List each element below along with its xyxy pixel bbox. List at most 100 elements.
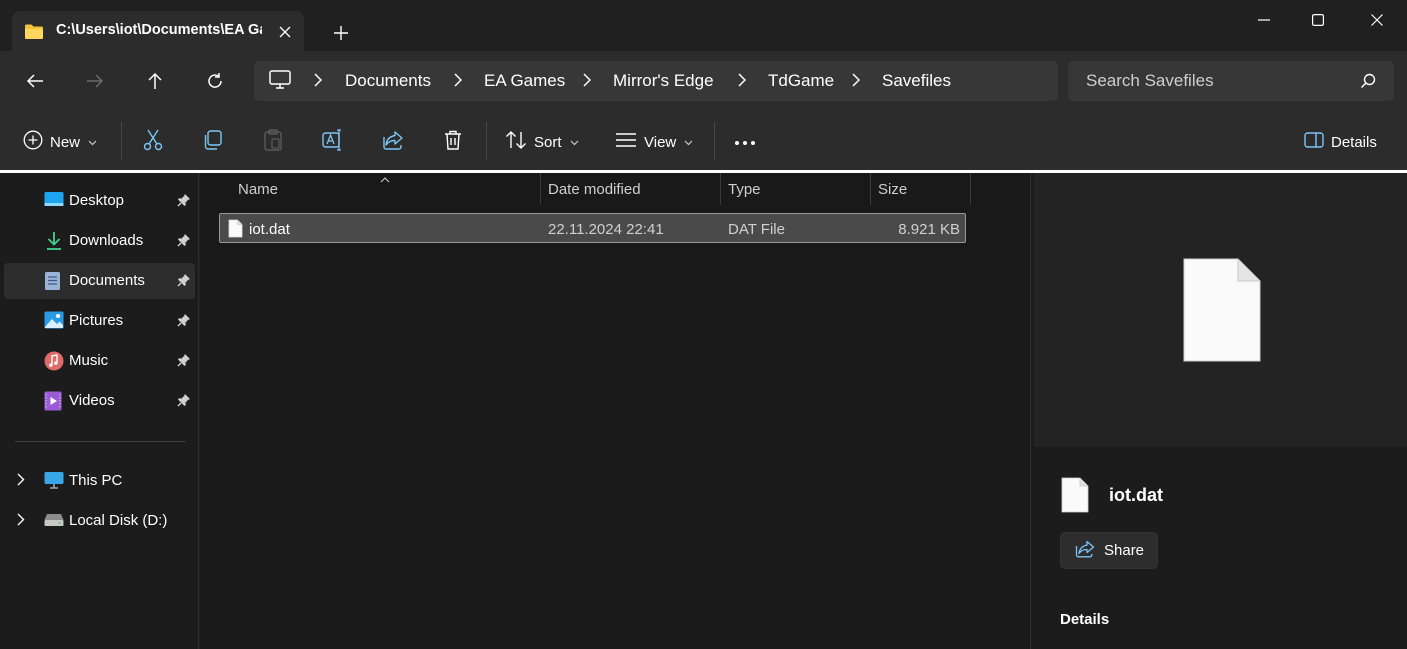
breadcrumb-savefiles[interactable]: Savefiles bbox=[882, 71, 951, 91]
search-box[interactable] bbox=[1068, 61, 1394, 101]
details-file-name: iot.dat bbox=[1109, 485, 1163, 505]
chevron-down-icon bbox=[88, 134, 97, 150]
scissors-icon bbox=[142, 129, 164, 155]
sidebar-item-label: Local Disk (D:) bbox=[69, 512, 168, 529]
monitor-icon[interactable] bbox=[269, 70, 291, 94]
chevron-right-icon[interactable] bbox=[314, 73, 323, 91]
up-button[interactable] bbox=[138, 65, 172, 97]
downloads-icon bbox=[44, 231, 64, 255]
add-circle-icon bbox=[23, 130, 43, 154]
details-label: Details bbox=[1331, 133, 1377, 151]
sidebar-item-local-disk-d[interactable]: Local Disk (D:) bbox=[4, 503, 195, 539]
file-date-modified: 22.11.2024 22:41 bbox=[548, 221, 664, 238]
trash-icon bbox=[442, 129, 464, 155]
share-icon bbox=[382, 129, 404, 155]
pin-icon[interactable] bbox=[177, 313, 191, 331]
sidebar-item-label: This PC bbox=[69, 472, 123, 489]
new-tab-button[interactable] bbox=[328, 20, 354, 46]
chevron-right-icon[interactable] bbox=[852, 73, 861, 91]
pin-icon[interactable] bbox=[177, 193, 191, 211]
pin-icon[interactable] bbox=[177, 233, 191, 251]
chevron-right-icon[interactable] bbox=[17, 513, 25, 530]
table-row[interactable]: iot.dat 22.11.2024 22:41 DAT File 8.921 … bbox=[219, 213, 966, 243]
address-bar[interactable]: Documents EA Games Mirror's Edge TdGame … bbox=[254, 61, 1058, 101]
paste-button[interactable] bbox=[262, 124, 284, 160]
sidebar-item-this-pc[interactable]: This PC bbox=[4, 463, 195, 499]
minimize-icon[interactable] bbox=[1237, 0, 1291, 40]
pin-icon[interactable] bbox=[177, 273, 191, 291]
breadcrumb-tdgame[interactable]: TdGame bbox=[768, 71, 834, 91]
column-header-size[interactable]: Size bbox=[870, 173, 971, 205]
view-button[interactable]: View bbox=[615, 124, 693, 160]
rename-button[interactable] bbox=[322, 124, 344, 160]
toolbar-divider bbox=[486, 122, 487, 160]
new-button[interactable]: New bbox=[23, 124, 97, 160]
sidebar-item-label: Downloads bbox=[69, 232, 144, 249]
sidebar-item-documents[interactable]: Documents bbox=[4, 263, 195, 299]
chevron-right-icon[interactable] bbox=[17, 473, 25, 490]
share-button[interactable] bbox=[382, 124, 404, 160]
file-size: 8.921 KB bbox=[898, 221, 960, 238]
sidebar-item-label: Documents bbox=[69, 272, 145, 289]
file-icon bbox=[228, 219, 243, 242]
sidebar-divider bbox=[15, 441, 186, 442]
search-input[interactable] bbox=[1086, 71, 1346, 91]
desktop-icon bbox=[44, 191, 64, 213]
breadcrumb-mirrors-edge[interactable]: Mirror's Edge bbox=[613, 71, 714, 91]
file-list: Name Date modified Type Size iot.dat 22.… bbox=[200, 173, 1030, 649]
sidebar-item-label: Music bbox=[69, 352, 109, 369]
chevron-right-icon[interactable] bbox=[454, 73, 463, 91]
chevron-down-icon bbox=[570, 134, 579, 150]
breadcrumb-ea-games[interactable]: EA Games bbox=[484, 71, 565, 91]
chevron-right-icon[interactable] bbox=[583, 73, 592, 91]
share-label: Share bbox=[1104, 542, 1145, 559]
sidebar-item-desktop[interactable]: Desktop bbox=[4, 183, 195, 219]
clipboard-icon bbox=[262, 129, 284, 155]
active-tab[interactable]: C:\Users\iot\Documents\EA Games\Mirror's… bbox=[12, 11, 304, 51]
cut-button[interactable] bbox=[142, 124, 164, 160]
search-icon[interactable] bbox=[1360, 73, 1376, 93]
sort-button[interactable]: Sort bbox=[505, 124, 579, 160]
command-bar: New Sort View Details bbox=[0, 112, 1407, 170]
maximize-icon[interactable] bbox=[1291, 0, 1345, 40]
sort-label: Sort bbox=[534, 133, 562, 151]
delete-button[interactable] bbox=[442, 124, 464, 160]
chevron-down-icon bbox=[684, 134, 693, 150]
sidebar-item-videos[interactable]: Videos bbox=[4, 383, 195, 419]
close-icon[interactable] bbox=[1350, 0, 1404, 40]
pin-icon[interactable] bbox=[177, 393, 191, 411]
refresh-button[interactable] bbox=[198, 65, 232, 97]
sidebar-item-pictures[interactable]: Pictures bbox=[4, 303, 195, 339]
share-icon bbox=[1075, 540, 1095, 562]
sidebar-item-label: Pictures bbox=[69, 312, 124, 329]
chevron-right-icon[interactable] bbox=[738, 73, 747, 91]
details-share-button[interactable]: Share bbox=[1060, 532, 1158, 569]
back-button[interactable] bbox=[18, 65, 52, 97]
file-name: iot.dat bbox=[249, 221, 290, 238]
details-pane-icon bbox=[1304, 132, 1324, 152]
sidebar-item-downloads[interactable]: Downloads bbox=[4, 223, 195, 259]
file-preview bbox=[1034, 173, 1407, 447]
rename-icon bbox=[322, 129, 344, 155]
navigation-pane: Desktop Downloads Documents Pictures Mus… bbox=[0, 173, 199, 649]
pin-icon[interactable] bbox=[177, 353, 191, 371]
file-type: DAT File bbox=[728, 221, 785, 238]
breadcrumb-documents[interactable]: Documents bbox=[345, 71, 431, 91]
column-header-name[interactable]: Name bbox=[230, 173, 541, 205]
tab-close-icon[interactable] bbox=[274, 21, 296, 43]
toolbar-divider bbox=[121, 122, 122, 160]
forward-button[interactable] bbox=[78, 65, 112, 97]
column-header-type[interactable]: Type bbox=[720, 173, 871, 205]
more-options-button[interactable] bbox=[734, 124, 756, 160]
music-icon bbox=[44, 351, 64, 375]
drive-icon bbox=[44, 511, 64, 531]
file-preview-icon bbox=[1182, 257, 1262, 367]
tab-title: C:\Users\iot\Documents\EA Games\Mirror's… bbox=[56, 22, 262, 38]
copy-button[interactable] bbox=[202, 124, 224, 160]
details-pane-button[interactable]: Details bbox=[1304, 124, 1377, 160]
details-section-heading: Details bbox=[1060, 611, 1110, 628]
sidebar-item-music[interactable]: Music bbox=[4, 343, 195, 379]
file-icon bbox=[1061, 477, 1089, 517]
column-header-date-modified[interactable]: Date modified bbox=[540, 173, 721, 205]
videos-icon bbox=[44, 391, 62, 415]
